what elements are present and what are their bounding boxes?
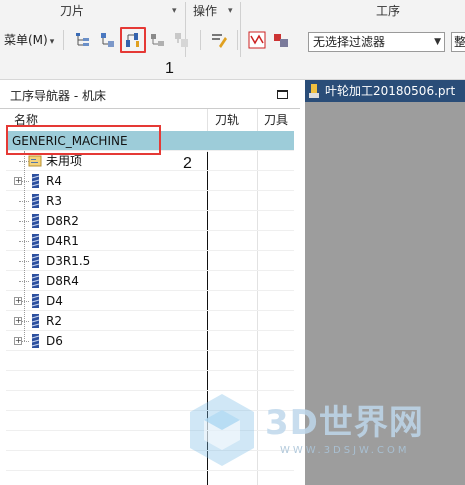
end-mill-icon [31, 174, 40, 188]
machine-tool-view-button[interactable] [97, 29, 119, 51]
tree-item-label: R3 [46, 194, 62, 208]
tree-item-label: D8R2 [46, 214, 79, 228]
toolbar-divider [200, 30, 201, 50]
geometry-view-icon [151, 34, 164, 46]
group-label-tool: 刀片 [60, 4, 85, 18]
end-mill-icon [31, 294, 40, 308]
end-mill-icon [31, 334, 40, 348]
empty-row [6, 391, 294, 411]
menu-button[interactable]: 菜单(M) ▾ [0, 30, 58, 50]
tree-item-label: R2 [46, 314, 62, 328]
tree-item-label: D6 [46, 334, 63, 348]
end-mill-icon [31, 214, 40, 228]
end-mill-icon [31, 314, 40, 328]
tree-row[interactable]: D4R1 [6, 231, 294, 251]
method-view-button[interactable] [171, 29, 193, 51]
group-more-arrow-operation[interactable]: ▾ [228, 0, 233, 22]
tree-item-label: D4R1 [46, 234, 79, 248]
tree-row[interactable]: D8R2 [6, 211, 294, 231]
folder-icon [28, 155, 42, 167]
menu-label: 菜单(M) [4, 33, 48, 47]
end-mill-icon [31, 234, 40, 248]
scope-value: 整 [454, 35, 465, 49]
tree-row[interactable]: D8R4 [6, 271, 294, 291]
tree-row[interactable]: + D6 [6, 331, 294, 351]
empty-row [6, 351, 294, 371]
tree-item-label: D3R1.5 [46, 254, 91, 268]
column-header-toolpath[interactable]: 刀轨 [215, 109, 239, 131]
tree-item-label: D8R4 [46, 274, 79, 288]
selection-filter-value: 无选择过滤器 [313, 35, 386, 49]
navigator-title: 工序导航器 - 机床 [10, 89, 106, 103]
group-label-process: 工序 [376, 4, 401, 18]
method-view-icon [175, 33, 188, 47]
expand-icon[interactable]: + [14, 337, 22, 345]
verify-icon [274, 34, 288, 47]
end-mill-icon [31, 254, 40, 268]
group-more-arrow-tool[interactable]: ▾ [172, 0, 177, 22]
empty-row [6, 371, 294, 391]
geometry-view-button[interactable] [147, 29, 169, 51]
column-header-tool[interactable]: 刀具 [264, 109, 288, 131]
program-order-view-button[interactable] [72, 29, 94, 51]
tool-view-icon [126, 33, 139, 47]
empty-row [6, 431, 294, 451]
generate-toolpath-button[interactable] [246, 29, 268, 51]
tree-row[interactable]: + R4 [6, 171, 294, 191]
ribbon: 刀片 ▾ 操作 ▾ 工序 菜单(M) ▾ 无选择过滤器 ▼ 整 [0, 0, 465, 80]
toolbar-divider [237, 30, 238, 50]
annotation-number-2: 2 [183, 155, 192, 172]
part-file-icon [309, 84, 319, 98]
end-mill-icon [31, 274, 40, 288]
toolbar-row: 菜单(M) ▾ 无选择过滤器 ▼ 整 [0, 26, 465, 54]
tree-item-label: D4 [46, 294, 63, 308]
tree-row[interactable]: R3 [6, 191, 294, 211]
toolpath-icon [248, 31, 266, 49]
verify-toolpath-button[interactable] [270, 29, 292, 51]
machine-tool-view-icon [101, 33, 114, 47]
maximize-icon[interactable] [277, 90, 288, 99]
document-tab-title: 叶轮加工20180506.prt [325, 84, 456, 98]
empty-row [6, 411, 294, 431]
tree-item-label: R4 [46, 174, 62, 188]
end-mill-icon [31, 194, 40, 208]
annotation-number-1: 1 [165, 60, 174, 77]
document-tab[interactable]: 叶轮加工20180506.prt [305, 80, 465, 102]
program-order-view-icon [76, 33, 89, 46]
operation-navigator: 名称 刀轨 刀具 GENERIC_MACHINE 未用项 + R4 R3 D8R2 D4R… [0, 108, 300, 485]
navigator-title-bar: 工序导航器 - 机床 [0, 80, 300, 108]
scope-dropdown[interactable]: 整 [451, 32, 465, 52]
expand-icon[interactable]: + [14, 317, 22, 325]
tool-view-button[interactable] [120, 27, 146, 53]
tree-row[interactable]: D3R1.5 [6, 251, 294, 271]
empty-row [6, 451, 294, 471]
graphics-window[interactable] [305, 102, 465, 485]
expand-icon[interactable]: + [14, 177, 22, 185]
highlight-box-root [6, 125, 161, 155]
tree-connector-vertical [24, 151, 25, 341]
tree-row[interactable]: + D4 [6, 291, 294, 311]
selection-filter-dropdown[interactable]: 无选择过滤器 ▼ [308, 32, 445, 52]
tree-row[interactable]: + R2 [6, 311, 294, 331]
pencil-list-icon [212, 34, 227, 48]
group-label-operation: 操作 [193, 4, 218, 18]
chevron-down-icon: ▼ [434, 37, 441, 47]
toolbar-divider [63, 30, 64, 50]
expand-icon[interactable]: + [14, 297, 22, 305]
operation-edit-button[interactable] [208, 29, 230, 51]
chevron-down-icon: ▾ [49, 37, 55, 47]
